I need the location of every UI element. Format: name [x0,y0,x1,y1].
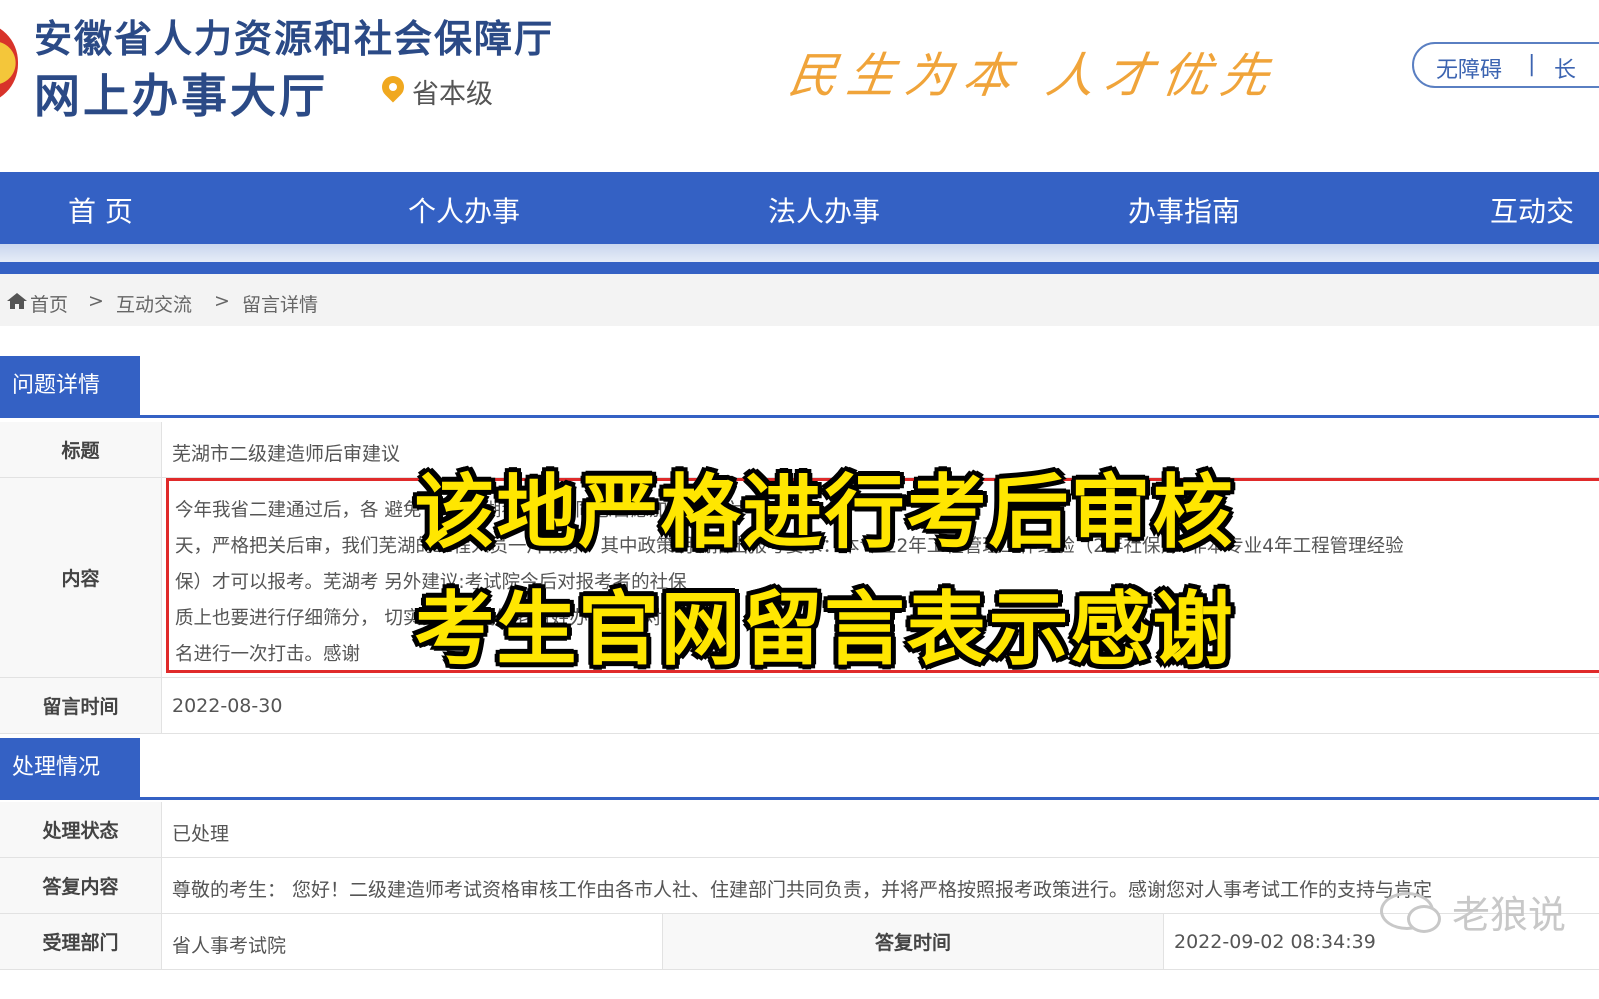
video-caption-line1: 该地严格进行考后审核 [414,466,1235,559]
slogan: 民生为本 人才优先 [785,48,1283,104]
site-title: 安徽省人力资源和社会保障厅 [34,17,555,61]
national-emblem-icon [0,22,18,104]
status-label: 处理状态 [0,802,162,857]
nav-item-interaction[interactable]: 互动交 [1490,190,1574,230]
message-time-value: 2022-08-30 [172,695,283,717]
department-label: 受理部门 [0,914,162,969]
nav-item-home[interactable]: 首 页 [68,190,133,230]
status-value: 已处理 [172,823,230,845]
location-pin-icon [377,71,409,103]
reply-value: 尊敬的考生： 您好！二级建造师考试资格审核工作由各市人社、住建部门共同负责，并将… [172,879,1433,901]
department-row: 受理部门 省人事考试院 答复时间 2022-09-02 08:34:39 [0,914,1599,970]
nav-bottom-band [0,262,1599,274]
reply-time-label: 答复时间 [662,914,1164,969]
department-value: 省人事考试院 [172,935,287,957]
site-subtitle: 网上办事大厅 [34,69,328,123]
watermark-text: 老狼说 [1452,893,1567,937]
reply-label: 答复内容 [0,858,162,913]
breadcrumb-interaction[interactable]: 互动交流 [116,290,192,317]
breadcrumb-separator: > [214,290,230,312]
accessibility-toggle[interactable]: 无障碍 | 长 [1412,42,1599,88]
site-header: 安徽省人力资源和社会保障厅 网上办事大厅 省本级 民生为本 人才优先 无障碍 |… [0,0,1599,172]
breadcrumb-separator: > [88,290,104,312]
breadcrumb-current: 留言详情 [242,294,319,316]
accessibility-separator: | [1528,52,1536,77]
video-caption-line2: 考生官网留言表示感谢 [414,583,1235,676]
home-icon[interactable] [6,292,28,310]
reply-row: 答复内容 尊敬的考生： 您好！二级建造师考试资格审核工作由各市人社、住建部门共同… [0,858,1599,914]
nav-item-guide[interactable]: 办事指南 [1128,190,1240,230]
elder-mode-label[interactable]: 长 [1554,52,1576,84]
region-level-selector[interactable]: 省本级 [412,72,493,111]
question-section-tab: 问题详情 [0,356,140,415]
message-time-row: 留言时间 2022-08-30 [0,678,1599,734]
status-row: 处理状态 已处理 [0,802,1599,858]
breadcrumb: 首页 > 互动交流 > 留言详情 [0,274,1599,326]
accessibility-label[interactable]: 无障碍 [1436,52,1502,84]
reply-time-value: 2022-09-02 08:34:39 [1174,931,1376,953]
nav-item-personal[interactable]: 个人办事 [408,190,520,230]
handling-section-tab: 处理情况 [0,738,140,797]
wechat-icon [1380,892,1441,933]
question-section-header: 问题详情 [0,356,1599,418]
breadcrumb-home[interactable]: 首页 [30,290,68,317]
nav-item-corporate[interactable]: 法人办事 [768,190,880,230]
main-nav: 首 页 个人办事 法人办事 办事指南 互动交 [0,172,1599,244]
nav-shadow-band [0,244,1599,262]
handling-section-header: 处理情况 [0,738,1599,800]
message-time-label: 留言时间 [0,678,162,733]
